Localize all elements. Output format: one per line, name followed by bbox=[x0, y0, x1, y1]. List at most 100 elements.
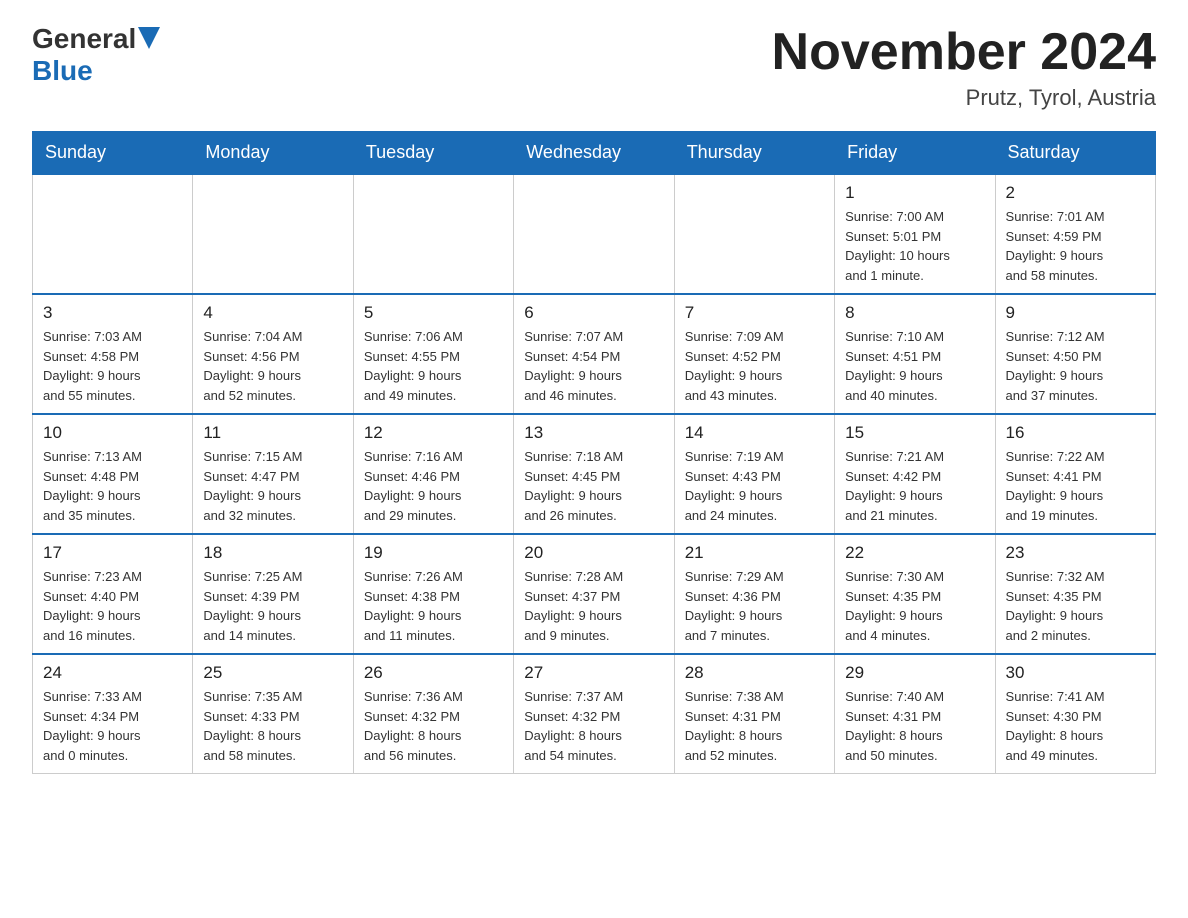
calendar-cell: 20 Sunrise: 7:28 AM Sunset: 4:37 PM Dayli… bbox=[514, 534, 674, 654]
day-info: Sunrise: 7:25 AM Sunset: 4:39 PM Dayligh… bbox=[203, 569, 302, 643]
calendar-cell: 29Sunrise: 7:40 AM Sunset: 4:31 PM Dayli… bbox=[835, 654, 995, 774]
day-number: 17 bbox=[43, 543, 182, 563]
day-info: Sunrise: 7:41 AM Sunset: 4:30 PM Dayligh… bbox=[1006, 689, 1105, 763]
day-number: 4 bbox=[203, 303, 342, 323]
weekday-header-tuesday: Tuesday bbox=[353, 132, 513, 175]
logo-general: General bbox=[32, 24, 136, 55]
day-info: Sunrise: 7:15 AM Sunset: 4:47 PM Dayligh… bbox=[203, 449, 302, 523]
day-number: 25 bbox=[203, 663, 342, 683]
calendar-week-4: 17Sunrise: 7:23 AM Sunset: 4:40 PM Dayli… bbox=[33, 534, 1156, 654]
calendar-cell bbox=[353, 174, 513, 294]
day-info: Sunrise: 7:26 AM Sunset: 4:38 PM Dayligh… bbox=[364, 569, 463, 643]
day-info: Sunrise: 7:22 AM Sunset: 4:41 PM Dayligh… bbox=[1006, 449, 1105, 523]
day-info: Sunrise: 7:01 AM Sunset: 4:59 PM Dayligh… bbox=[1006, 209, 1105, 283]
day-number: 28 bbox=[685, 663, 824, 683]
calendar-cell: 15 Sunrise: 7:21 AM Sunset: 4:42 PM Dayli… bbox=[835, 414, 995, 534]
calendar-cell: 11 Sunrise: 7:15 AM Sunset: 4:47 PM Dayli… bbox=[193, 414, 353, 534]
calendar-cell: 4 Sunrise: 7:04 AM Sunset: 4:56 PM Daylig… bbox=[193, 294, 353, 414]
day-info: Sunrise: 7:13 AM Sunset: 4:48 PM Dayligh… bbox=[43, 449, 142, 523]
day-number: 19 bbox=[364, 543, 503, 563]
weekday-header-thursday: Thursday bbox=[674, 132, 834, 175]
day-number: 8 bbox=[845, 303, 984, 323]
day-number: 20 bbox=[524, 543, 663, 563]
day-number: 15 bbox=[845, 423, 984, 443]
day-info: Sunrise: 7:38 AM Sunset: 4:31 PM Dayligh… bbox=[685, 689, 784, 763]
weekday-header-row: SundayMondayTuesdayWednesdayThursdayFrid… bbox=[33, 132, 1156, 175]
day-info: Sunrise: 7:21 AM Sunset: 4:42 PM Dayligh… bbox=[845, 449, 944, 523]
calendar-cell: 17Sunrise: 7:23 AM Sunset: 4:40 PM Dayli… bbox=[33, 534, 193, 654]
day-info: Sunrise: 7:07 AM Sunset: 4:54 PM Dayligh… bbox=[524, 329, 623, 403]
calendar-cell: 26 Sunrise: 7:36 AM Sunset: 4:32 PM Dayli… bbox=[353, 654, 513, 774]
weekday-header-wednesday: Wednesday bbox=[514, 132, 674, 175]
calendar-week-5: 24Sunrise: 7:33 AM Sunset: 4:34 PM Dayli… bbox=[33, 654, 1156, 774]
calendar-cell: 13 Sunrise: 7:18 AM Sunset: 4:45 PM Dayli… bbox=[514, 414, 674, 534]
calendar-cell: 18Sunrise: 7:25 AM Sunset: 4:39 PM Dayli… bbox=[193, 534, 353, 654]
calendar-week-2: 3 Sunrise: 7:03 AM Sunset: 4:58 PM Daylig… bbox=[33, 294, 1156, 414]
logo: General Blue bbox=[32, 24, 160, 87]
logo-blue: Blue bbox=[32, 55, 93, 87]
day-info: Sunrise: 7:09 AM Sunset: 4:52 PM Dayligh… bbox=[685, 329, 784, 403]
day-info: Sunrise: 7:36 AM Sunset: 4:32 PM Dayligh… bbox=[364, 689, 463, 763]
day-number: 11 bbox=[203, 423, 342, 443]
calendar-cell: 23 Sunrise: 7:32 AM Sunset: 4:35 PM Dayli… bbox=[995, 534, 1155, 654]
day-info: Sunrise: 7:40 AM Sunset: 4:31 PM Dayligh… bbox=[845, 689, 944, 763]
title-block: November 2024 Prutz, Tyrol, Austria bbox=[772, 24, 1156, 111]
day-number: 2 bbox=[1006, 183, 1145, 203]
day-info: Sunrise: 7:06 AM Sunset: 4:55 PM Dayligh… bbox=[364, 329, 463, 403]
day-number: 23 bbox=[1006, 543, 1145, 563]
calendar-cell: 24Sunrise: 7:33 AM Sunset: 4:34 PM Dayli… bbox=[33, 654, 193, 774]
calendar-cell bbox=[193, 174, 353, 294]
day-number: 5 bbox=[364, 303, 503, 323]
day-info: Sunrise: 7:32 AM Sunset: 4:35 PM Dayligh… bbox=[1006, 569, 1105, 643]
calendar-cell: 19 Sunrise: 7:26 AM Sunset: 4:38 PM Dayli… bbox=[353, 534, 513, 654]
calendar-cell: 9 Sunrise: 7:12 AM Sunset: 4:50 PM Daylig… bbox=[995, 294, 1155, 414]
calendar-cell bbox=[514, 174, 674, 294]
calendar-table: SundayMondayTuesdayWednesdayThursdayFrid… bbox=[32, 131, 1156, 774]
weekday-header-monday: Monday bbox=[193, 132, 353, 175]
calendar-cell: 8 Sunrise: 7:10 AM Sunset: 4:51 PM Daylig… bbox=[835, 294, 995, 414]
day-number: 26 bbox=[364, 663, 503, 683]
calendar-cell: 5 Sunrise: 7:06 AM Sunset: 4:55 PM Daylig… bbox=[353, 294, 513, 414]
calendar-cell bbox=[674, 174, 834, 294]
day-number: 14 bbox=[685, 423, 824, 443]
calendar-cell: 27Sunrise: 7:37 AM Sunset: 4:32 PM Dayli… bbox=[514, 654, 674, 774]
day-info: Sunrise: 7:00 AM Sunset: 5:01 PM Dayligh… bbox=[845, 209, 950, 283]
calendar-cell: 28 Sunrise: 7:38 AM Sunset: 4:31 PM Dayli… bbox=[674, 654, 834, 774]
page-header: General Blue November 2024 Prutz, Tyrol,… bbox=[32, 24, 1156, 111]
calendar-cell: 2 Sunrise: 7:01 AM Sunset: 4:59 PM Daylig… bbox=[995, 174, 1155, 294]
day-info: Sunrise: 7:30 AM Sunset: 4:35 PM Dayligh… bbox=[845, 569, 944, 643]
day-info: Sunrise: 7:12 AM Sunset: 4:50 PM Dayligh… bbox=[1006, 329, 1105, 403]
month-title: November 2024 bbox=[772, 24, 1156, 81]
day-info: Sunrise: 7:28 AM Sunset: 4:37 PM Dayligh… bbox=[524, 569, 623, 643]
day-number: 13 bbox=[524, 423, 663, 443]
day-number: 21 bbox=[685, 543, 824, 563]
calendar-cell: 14Sunrise: 7:19 AM Sunset: 4:43 PM Dayli… bbox=[674, 414, 834, 534]
day-number: 6 bbox=[524, 303, 663, 323]
calendar-cell: 16 Sunrise: 7:22 AM Sunset: 4:41 PM Dayli… bbox=[995, 414, 1155, 534]
calendar-cell: 12 Sunrise: 7:16 AM Sunset: 4:46 PM Dayli… bbox=[353, 414, 513, 534]
day-info: Sunrise: 7:29 AM Sunset: 4:36 PM Dayligh… bbox=[685, 569, 784, 643]
day-number: 22 bbox=[845, 543, 984, 563]
calendar-week-3: 10 Sunrise: 7:13 AM Sunset: 4:48 PM Dayli… bbox=[33, 414, 1156, 534]
calendar-cell: 25Sunrise: 7:35 AM Sunset: 4:33 PM Dayli… bbox=[193, 654, 353, 774]
day-number: 3 bbox=[43, 303, 182, 323]
day-number: 12 bbox=[364, 423, 503, 443]
calendar-cell: 3 Sunrise: 7:03 AM Sunset: 4:58 PM Daylig… bbox=[33, 294, 193, 414]
day-info: Sunrise: 7:37 AM Sunset: 4:32 PM Dayligh… bbox=[524, 689, 623, 763]
calendar-cell: 6 Sunrise: 7:07 AM Sunset: 4:54 PM Daylig… bbox=[514, 294, 674, 414]
day-info: Sunrise: 7:18 AM Sunset: 4:45 PM Dayligh… bbox=[524, 449, 623, 523]
calendar-cell: 7Sunrise: 7:09 AM Sunset: 4:52 PM Daylig… bbox=[674, 294, 834, 414]
weekday-header-friday: Friday bbox=[835, 132, 995, 175]
day-info: Sunrise: 7:16 AM Sunset: 4:46 PM Dayligh… bbox=[364, 449, 463, 523]
calendar-cell: 1 Sunrise: 7:00 AM Sunset: 5:01 PM Daylig… bbox=[835, 174, 995, 294]
day-number: 9 bbox=[1006, 303, 1145, 323]
day-number: 10 bbox=[43, 423, 182, 443]
day-info: Sunrise: 7:04 AM Sunset: 4:56 PM Dayligh… bbox=[203, 329, 302, 403]
calendar-week-1: 1 Sunrise: 7:00 AM Sunset: 5:01 PM Daylig… bbox=[33, 174, 1156, 294]
day-number: 1 bbox=[845, 183, 984, 203]
day-info: Sunrise: 7:03 AM Sunset: 4:58 PM Dayligh… bbox=[43, 329, 142, 403]
day-info: Sunrise: 7:10 AM Sunset: 4:51 PM Dayligh… bbox=[845, 329, 944, 403]
calendar-cell: 22 Sunrise: 7:30 AM Sunset: 4:35 PM Dayli… bbox=[835, 534, 995, 654]
day-number: 16 bbox=[1006, 423, 1145, 443]
logo-triangle-icon bbox=[138, 27, 160, 49]
